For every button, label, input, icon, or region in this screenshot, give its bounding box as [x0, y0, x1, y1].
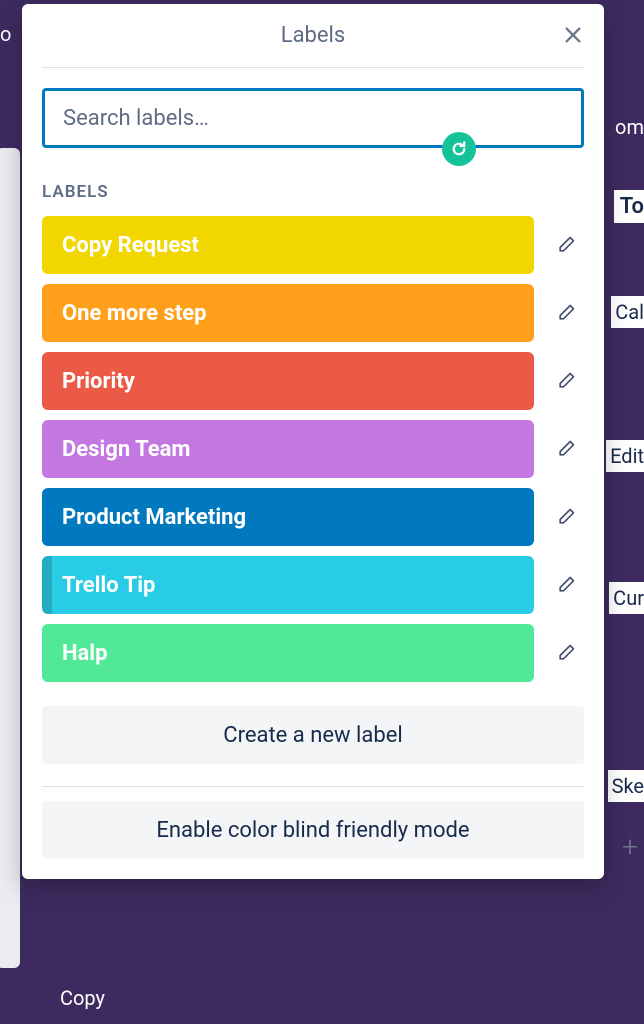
label-chip[interactable]: Trello Tip	[42, 556, 534, 614]
label-chip[interactable]: Product Marketing	[42, 488, 534, 546]
label-chip[interactable]: Copy Request	[42, 216, 534, 274]
label-chip[interactable]: Halp	[42, 624, 534, 682]
label-row: Priority	[42, 352, 584, 410]
edit-label-button[interactable]	[548, 499, 584, 535]
pencil-icon	[556, 507, 576, 527]
pencil-icon	[556, 235, 576, 255]
pencil-icon	[556, 439, 576, 459]
popover-header: Labels	[42, 4, 584, 68]
close-icon	[562, 24, 584, 46]
labels-heading: LABELS	[42, 182, 584, 202]
pencil-icon	[556, 371, 576, 391]
label-chip[interactable]: Priority	[42, 352, 534, 410]
label-chip[interactable]: Design Team	[42, 420, 534, 478]
pencil-icon	[556, 643, 576, 663]
edit-label-button[interactable]	[548, 227, 584, 263]
search-input[interactable]	[42, 88, 584, 148]
close-button[interactable]	[562, 24, 584, 50]
label-chip[interactable]: One more step	[42, 284, 534, 342]
pencil-icon	[556, 303, 576, 323]
label-row: Trello Tip	[42, 556, 584, 614]
edit-label-button[interactable]	[548, 431, 584, 467]
bg-text-fragment: o	[0, 22, 11, 46]
label-row: Copy Request	[42, 216, 584, 274]
pencil-icon	[556, 575, 576, 595]
edit-label-button[interactable]	[548, 635, 584, 671]
edit-label-button[interactable]	[548, 295, 584, 331]
divider	[42, 786, 584, 787]
bg-text-fragment: om	[609, 115, 644, 139]
bg-text-fragment: Ske	[608, 770, 644, 802]
bg-sidebar-fragment	[0, 148, 20, 968]
popover-title: Labels	[281, 23, 346, 48]
label-row: Design Team	[42, 420, 584, 478]
edit-label-button[interactable]	[548, 567, 584, 603]
search-wrap	[42, 88, 584, 148]
edit-label-button[interactable]	[548, 363, 584, 399]
label-row: Product Marketing	[42, 488, 584, 546]
colorblind-mode-button[interactable]: Enable color blind friendly mode	[42, 801, 584, 859]
add-icon: +	[622, 830, 638, 863]
label-row: Halp	[42, 624, 584, 682]
bg-text-fragment: To	[614, 190, 644, 223]
grammarly-icon[interactable]	[442, 132, 476, 166]
labels-list: Copy Request One more step Priority Design …	[42, 216, 584, 682]
create-label-button[interactable]: Create a new label	[42, 706, 584, 764]
bg-text-fragment: Edit	[606, 440, 644, 472]
labels-popover: Labels LABELS Copy Request One more step P…	[22, 4, 604, 879]
bg-text-fragment: Cal	[611, 296, 644, 328]
bg-copy-fragment: Copy	[60, 986, 105, 1010]
label-row: One more step	[42, 284, 584, 342]
bg-text-fragment: Cur	[609, 582, 644, 614]
